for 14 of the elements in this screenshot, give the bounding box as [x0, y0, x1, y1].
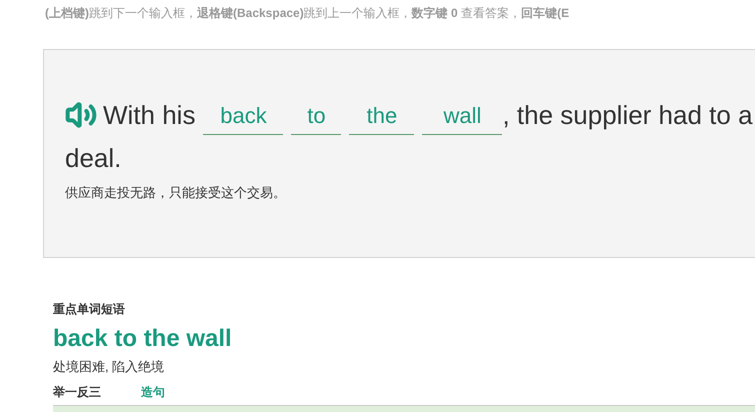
- section-label: 重点单词短语: [53, 301, 126, 318]
- tab[interactable]: 举一反三: [53, 382, 101, 400]
- sentence-text: With his: [103, 99, 196, 132]
- sentence-text: , the supplier had to a: [502, 99, 753, 132]
- answer-blank[interactable]: back: [203, 101, 284, 135]
- answer-blank[interactable]: wall: [422, 101, 502, 135]
- keyboard-hint: (上档键)跳到下一个输入框，退格键(Backspace)跳到上一个输入框，数字键 0 查看答案，回车键(E: [45, 6, 570, 20]
- sentence-text: deal.: [65, 142, 122, 175]
- answer-blank[interactable]: to: [291, 101, 342, 135]
- tab[interactable]: 造句: [141, 382, 165, 400]
- translation-text: 供应商走投无路，只能接受这个交易。: [65, 184, 287, 202]
- phrase-title: back to the wall: [53, 324, 233, 354]
- answer-blank[interactable]: the: [349, 101, 414, 135]
- phrase-meaning: 处境困难, 陷入绝境: [53, 358, 166, 376]
